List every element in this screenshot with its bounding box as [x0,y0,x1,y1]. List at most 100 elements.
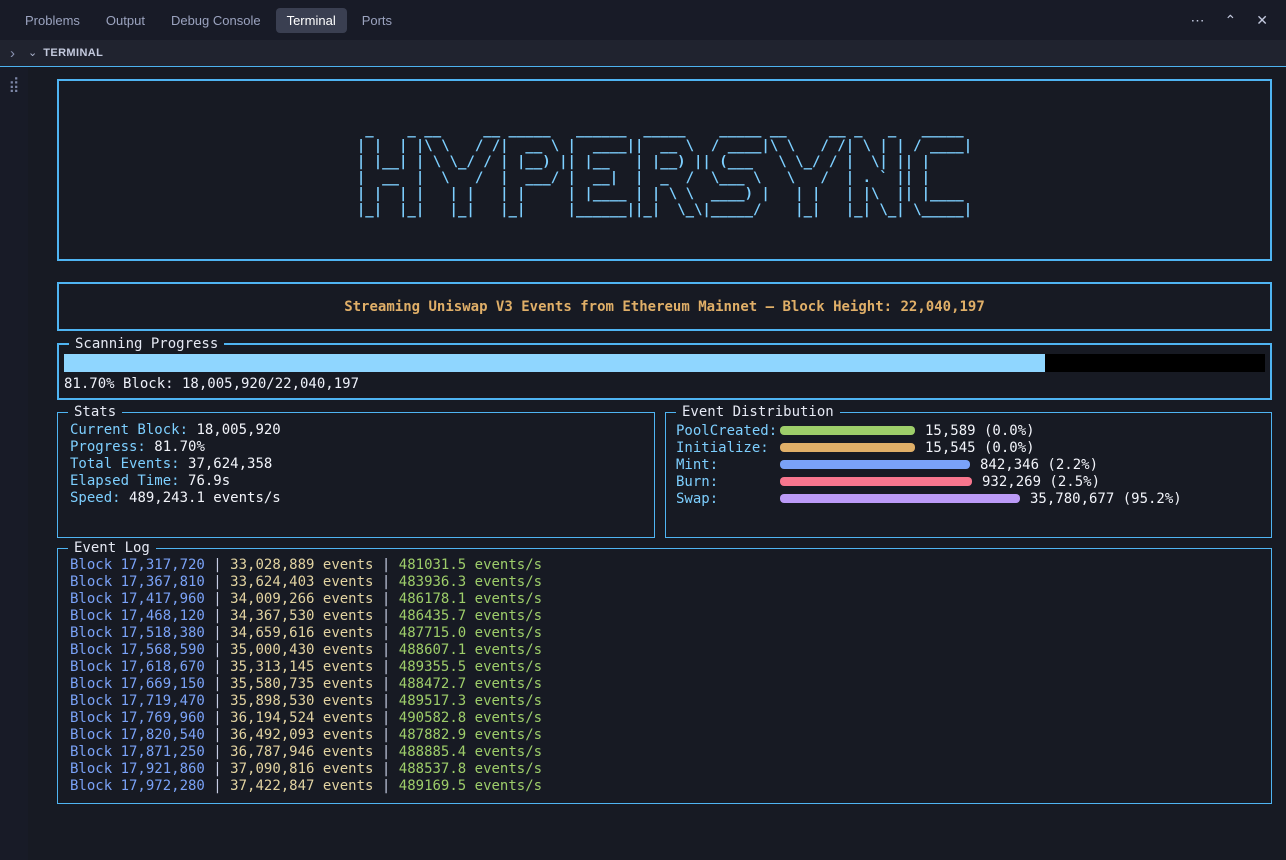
distribution-bar [780,460,970,469]
terminal-header: › ⌄ TERMINAL [0,40,1286,67]
more-actions-icon[interactable]: ⋯ [1191,13,1205,27]
progress-fill [64,354,1045,372]
distribution-row: Mint: 842,346 (2.2%) [676,456,1261,473]
log-events: 34,659,616 events [230,625,373,641]
log-speed: 487715.0 events/s [399,625,542,641]
log-events: 37,422,847 events [230,778,373,794]
log-speed: 488885.4 events/s [399,744,542,760]
stat-label: Current Block: [70,422,188,438]
log-separator: | [382,625,390,641]
log-separator: | [213,591,221,607]
log-row: Block 17,317,720 | 33,028,889 events | 4… [70,557,1259,574]
tab-debug-console[interactable]: Debug Console [160,8,272,33]
distribution-value: 35,780,677 (95.2%) [1030,491,1182,507]
log-row: Block 17,669,150 | 35,580,735 events | 4… [70,676,1259,693]
distribution-value: 15,589 (0.0%) [925,423,1035,439]
stat-label: Speed: [70,490,121,506]
log-events: 35,000,430 events [230,642,373,658]
distribution-label: PoolCreated: [676,423,780,439]
log-separator: | [382,676,390,692]
log-block: Block 17,921,860 [70,761,205,777]
log-block: Block 17,820,540 [70,727,205,743]
distribution-bar [780,494,1020,503]
log-events: 33,028,889 events [230,557,373,573]
log-separator: | [382,608,390,624]
log-speed: 486178.1 events/s [399,591,542,607]
banner-box: _ _ __ __ _____ ______ _____ _____ __ __… [57,79,1272,261]
terminal-header-label: TERMINAL [43,47,103,59]
log-separator: | [382,557,390,573]
spinner-icon[interactable]: ⣾ [9,76,20,93]
log-block: Block 17,669,150 [70,676,205,692]
distribution-row: PoolCreated: 15,589 (0.0%) [676,422,1261,439]
log-speed: 488607.1 events/s [399,642,542,658]
progress-label: 81.70% Block: 18,005,920/22,040,197 [64,376,1265,392]
stat-value: 76.9s [188,473,230,489]
log-separator: | [382,744,390,760]
log-block: Block 17,468,120 [70,608,205,624]
distribution-row: Swap: 35,780,677 (95.2%) [676,490,1261,507]
log-separator: | [213,676,221,692]
log-separator: | [213,574,221,590]
maximize-panel-icon[interactable]: ⌃ [1225,13,1237,27]
log-row: Block 17,518,380 | 34,659,616 events | 4… [70,625,1259,642]
close-panel-icon[interactable]: ✕ [1256,13,1268,27]
log-block: Block 17,417,960 [70,591,205,607]
distribution-label: Burn: [676,474,780,490]
tab-output[interactable]: Output [95,8,156,33]
stat-value: 489,243.1 events/s [129,490,281,506]
panel-tab-bar: Problems Output Debug Console Terminal P… [0,0,1286,40]
log-separator: | [382,727,390,743]
log-events: 37,090,816 events [230,761,373,777]
log-events: 36,787,946 events [230,744,373,760]
log-block: Block 17,367,810 [70,574,205,590]
log-separator: | [382,591,390,607]
log-separator: | [382,574,390,590]
log-separator: | [213,761,221,777]
stat-label: Elapsed Time: [70,473,180,489]
distribution-label: Mint: [676,457,780,473]
distribution-value: 842,346 (2.2%) [980,457,1098,473]
panel-content: ⣾ _ _ __ __ _____ ______ _____ _____ __ … [0,67,1286,860]
log-speed: 488472.7 events/s [399,676,542,692]
stats-box: Stats Current Block: 18,005,920 Progress… [57,412,655,538]
log-block: Block 17,618,670 [70,659,205,675]
log-row: Block 17,417,960 | 34,009,266 events | 4… [70,591,1259,608]
log-separator: | [382,761,390,777]
event-log-box: Event Log Block 17,317,720 | 33,028,889 … [57,548,1272,804]
log-speed: 489169.5 events/s [399,778,542,794]
log-row: Block 17,820,540 | 36,492,093 events | 4… [70,727,1259,744]
stat-label: Total Events: [70,456,180,472]
terminal-output[interactable]: _ _ __ __ _____ ______ _____ _____ __ __… [28,67,1286,860]
log-block: Block 17,518,380 [70,625,205,641]
stats-row: Stats Current Block: 18,005,920 Progress… [57,412,1272,538]
tab-ports[interactable]: Ports [351,8,403,33]
tab-terminal[interactable]: Terminal [276,8,347,33]
log-row: Block 17,719,470 | 35,898,530 events | 4… [70,693,1259,710]
log-separator: | [213,693,221,709]
log-row: Block 17,921,860 | 37,090,816 events | 4… [70,761,1259,778]
log-separator: | [382,710,390,726]
log-events: 35,313,145 events [230,659,373,675]
side-rail: ⣾ [0,67,28,860]
log-events: 33,624,403 events [230,574,373,590]
stat-label: Progress: [70,439,146,455]
log-row: Block 17,468,120 | 34,367,530 events | 4… [70,608,1259,625]
event-distribution-box: Event Distribution PoolCreated: 15,589 (… [665,412,1272,538]
tab-problems[interactable]: Problems [14,8,91,33]
stat-row: Progress: 81.70% [70,439,642,456]
log-speed: 487882.9 events/s [399,727,542,743]
progress-bar [64,354,1265,372]
distribution-bar [780,443,915,452]
chevron-down-icon[interactable]: ⌄ [28,48,37,59]
log-row: Block 17,972,280 | 37,422,847 events | 4… [70,778,1259,795]
log-separator: | [213,727,221,743]
distribution-label: Swap: [676,491,780,507]
log-block: Block 17,972,280 [70,778,205,794]
log-row: Block 17,568,590 | 35,000,430 events | 4… [70,642,1259,659]
ascii-banner: _ _ __ __ _____ ______ _____ _____ __ __… [357,122,972,218]
distribution-row: Burn: 932,269 (2.5%) [676,473,1261,490]
distribution-bar [780,426,915,435]
expand-sidebar-icon[interactable]: › [10,46,15,61]
log-separator: | [382,778,390,794]
